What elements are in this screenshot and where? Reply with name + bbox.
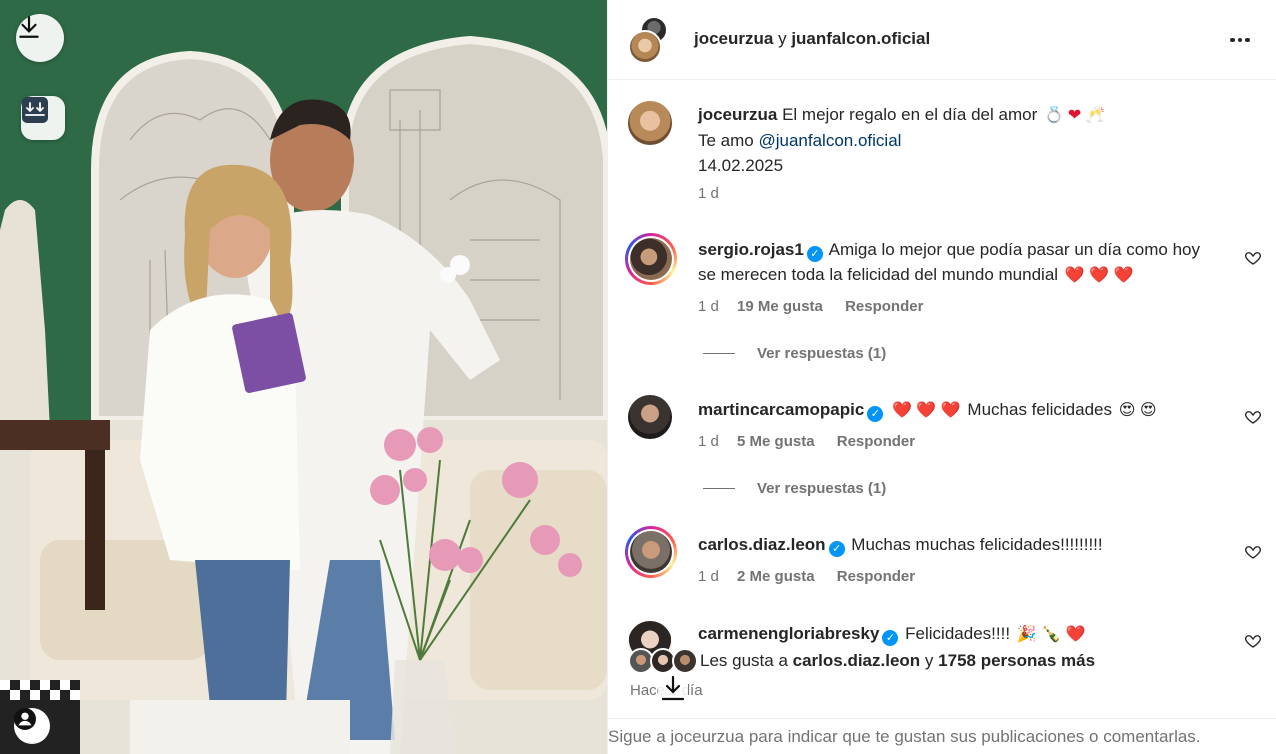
avatar — [672, 648, 698, 674]
view-replies-button[interactable]: Ver respuestas (1) — [703, 480, 886, 497]
view-replies-button[interactable]: Ver respuestas (1) — [703, 345, 886, 362]
tagged-users-button[interactable] — [14, 708, 50, 744]
author-link[interactable]: joceurzua — [694, 29, 773, 48]
liker-avatars — [628, 648, 698, 674]
caption: joceurzua El mejor regalo en el día del … — [698, 102, 1216, 178]
likes-count[interactable]: 5 Me gusta — [737, 433, 815, 450]
heart-icon[interactable] — [1244, 543, 1262, 561]
collab-avatars[interactable] — [628, 16, 674, 64]
comment: carmenengloriabresky ✓ Felicidades!!!! 🎉 … — [698, 621, 1216, 647]
comment-trailing-emoji: 😍 😍 — [1118, 402, 1157, 419]
avatar[interactable] — [628, 395, 672, 439]
comment-username[interactable]: carmenengloriabresky — [698, 624, 879, 643]
likes-connector: y — [924, 651, 934, 670]
avatar[interactable] — [628, 101, 672, 145]
comment-username[interactable]: carlos.diaz.leon — [698, 535, 826, 554]
ellipsis-icon — [1230, 37, 1235, 43]
caption-time: 1 d — [698, 185, 719, 202]
timestamp[interactable]: 1 d — [698, 298, 719, 315]
reply-button[interactable]: Responder — [837, 568, 915, 585]
heart-emoji-icon: ❤ — [1067, 107, 1082, 124]
comment-meta: 1 d 5 Me gusta Responder — [698, 433, 915, 450]
save-media-button[interactable] — [21, 96, 65, 140]
download-tray-icon — [22, 97, 48, 123]
comment-meta: 1 d 2 Me gusta Responder — [698, 568, 915, 585]
avatar — [630, 531, 672, 573]
post-authors: joceurzua y juanfalcon.oficial — [694, 29, 930, 49]
story-avatar[interactable] — [625, 526, 677, 578]
likes-count-link[interactable]: 1758 personas más — [938, 651, 1095, 671]
avatar — [630, 238, 672, 280]
verified-badge-icon: ✓ — [867, 406, 884, 422]
timestamp[interactable]: 1 d — [698, 568, 719, 585]
reply-button[interactable]: Responder — [845, 298, 923, 315]
comment-username[interactable]: sergio.rojas1 — [698, 240, 804, 259]
comment: carlos.diaz.leon ✓ Muchas muchas felicida… — [698, 532, 1216, 557]
comment: martincarcamopapic ✓ ❤️ ❤️ ❤️ Muchas feli… — [698, 397, 1216, 423]
likes-count[interactable]: 2 Me gusta — [737, 568, 815, 585]
post-side-panel: joceurzua y juanfalcon.oficial joceurzua… — [607, 0, 1276, 754]
timestamp[interactable]: 1 d — [698, 185, 719, 202]
author-link[interactable]: juanfalcon.oficial — [791, 29, 930, 48]
heart-icon[interactable] — [1244, 408, 1262, 426]
follow-prompt-text: Sigue a joceurzua para indicar que te gu… — [608, 726, 1201, 746]
author-connector: y — [778, 29, 787, 48]
liker-link[interactable]: carlos.diaz.leon — [793, 651, 921, 671]
comment-username[interactable]: martincarcamopapic — [698, 400, 864, 419]
reply-button[interactable]: Responder — [837, 433, 915, 450]
post-photo[interactable] — [0, 0, 607, 754]
post-header: joceurzua y juanfalcon.oficial — [608, 0, 1276, 80]
comment-trailing-emoji: 🎉 🍾 ❤️ — [1016, 626, 1086, 643]
likes-summary[interactable]: Les gusta a carlos.diaz.leon y 1758 pers… — [628, 648, 1095, 674]
caption-line2: Te amo — [698, 131, 754, 150]
verified-badge-icon: ✓ — [882, 630, 899, 646]
download-button[interactable] — [16, 14, 64, 62]
download-icon — [19, 16, 39, 38]
caption-text: El mejor regalo en el día del amor — [782, 105, 1038, 124]
caption-username[interactable]: joceurzua — [698, 105, 777, 124]
ellipsis-dot — [1245, 37, 1250, 43]
view-replies-label: Ver respuestas (1) — [757, 480, 887, 497]
divider — [703, 488, 735, 489]
floating-download-button[interactable] — [658, 673, 688, 703]
ellipsis-dot — [1237, 37, 1243, 43]
photo-illustration — [0, 0, 607, 754]
divider — [703, 353, 735, 354]
comment-text: Felicidades!!!! — [905, 624, 1011, 643]
follow-prompt: Sigue a joceurzua para indicar que te gu… — [608, 718, 1276, 754]
view-replies-label: Ver respuestas (1) — [757, 345, 887, 362]
comment-text: Muchas muchas felicidades!!!!!!!!! — [851, 535, 1103, 554]
comments-list[interactable]: joceurzua El mejor regalo en el día del … — [608, 81, 1276, 707]
timestamp[interactable]: 1 d — [698, 433, 719, 450]
ring-icon: 💍 — [1043, 107, 1064, 124]
more-options-button[interactable] — [1226, 26, 1254, 54]
download-icon — [661, 675, 685, 701]
mention-link[interactable]: @juanfalcon.oficial — [758, 131, 901, 150]
heart-icon[interactable] — [1244, 249, 1262, 267]
comment-leading-emoji: ❤️ ❤️ ❤️ — [892, 402, 961, 419]
caption-date: 14.02.2025 — [698, 156, 784, 175]
likes-count[interactable]: 19 Me gusta — [737, 298, 823, 315]
verified-badge-icon: ✓ — [806, 246, 823, 262]
comment-trailing-emoji: ❤️ ❤️ ❤️ — [1064, 267, 1134, 284]
avatar — [628, 30, 662, 64]
comment-meta: 1 d 19 Me gusta Responder — [698, 298, 923, 315]
heart-icon[interactable] — [1244, 632, 1262, 650]
user-icon — [14, 708, 36, 730]
verified-badge-icon: ✓ — [828, 541, 845, 557]
likes-prefix: Les gusta a — [700, 651, 788, 670]
clinking-glasses-icon: 🥂 — [1085, 107, 1106, 124]
story-avatar[interactable] — [625, 233, 677, 285]
comment-text: Muchas felicidades — [967, 400, 1112, 419]
comment: sergio.rojas1 ✓ Amiga lo mejor que podía … — [698, 237, 1216, 288]
